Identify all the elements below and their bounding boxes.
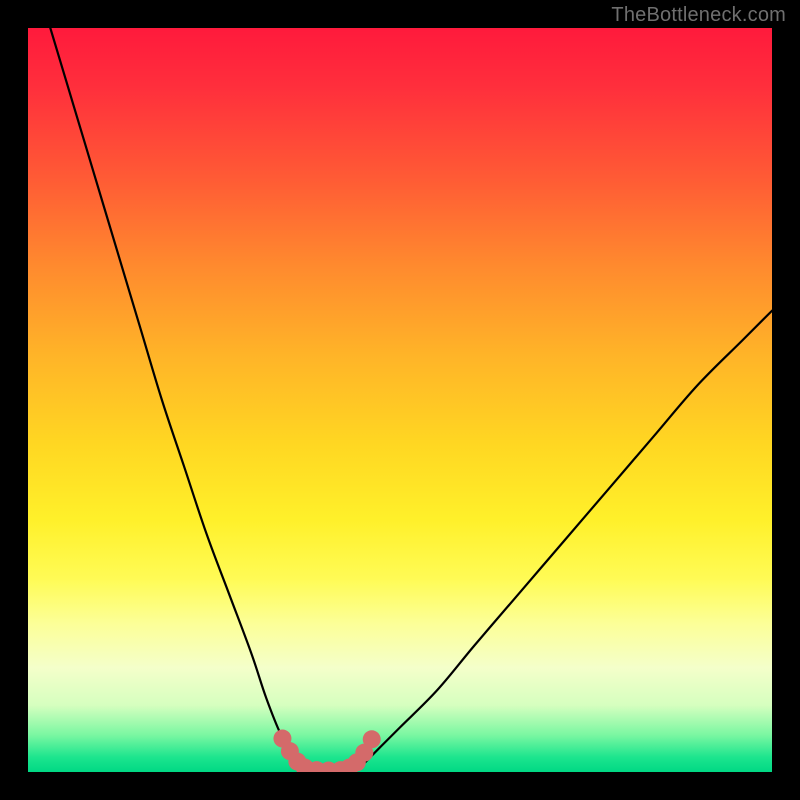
plot-area [28, 28, 772, 772]
watermark-text: TheBottleneck.com [611, 4, 786, 27]
bottleneck-curve-left [50, 28, 307, 770]
curve-layer [28, 28, 772, 772]
bottom-marker-group [273, 730, 380, 772]
chart-frame: TheBottleneck.com [0, 0, 800, 800]
bottleneck-curve-right [355, 311, 772, 770]
bottom-marker [363, 730, 381, 748]
